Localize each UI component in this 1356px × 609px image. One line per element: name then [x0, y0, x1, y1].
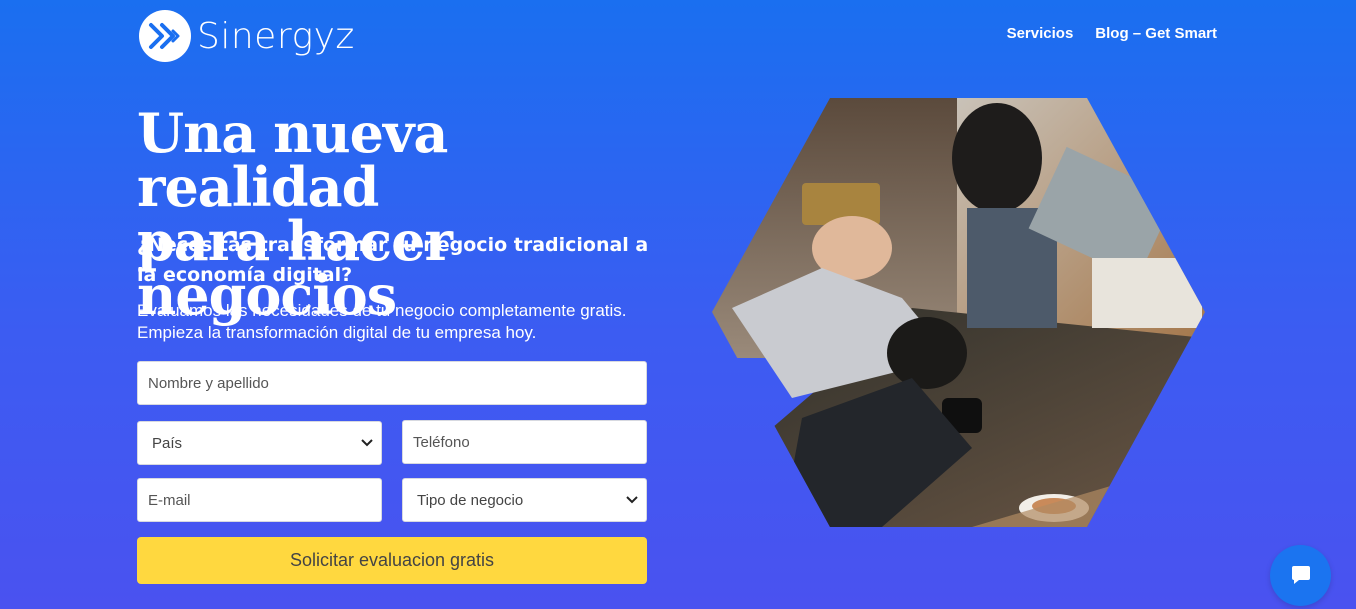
name-field[interactable] [137, 361, 647, 405]
double-chevron-right-icon [139, 10, 191, 62]
phone-field[interactable] [402, 420, 647, 464]
business-type-select[interactable]: Tipo de negocio [402, 478, 647, 522]
chat-bubble-icon [1289, 562, 1313, 590]
brand-name: Sinergyz [197, 15, 355, 57]
chevron-down-icon [626, 493, 638, 507]
chevron-down-icon [361, 436, 373, 450]
nav-item-blog[interactable]: Blog – Get Smart [1095, 25, 1217, 42]
country-select[interactable]: País [137, 421, 382, 465]
chat-button[interactable] [1270, 545, 1331, 606]
submit-button[interactable]: Solicitar evaluacion gratis [137, 537, 647, 584]
phone-input[interactable] [413, 433, 636, 451]
subheadline: ¿Necesitas transformar tu negocio tradic… [137, 234, 649, 286]
hero-hexagon-image [712, 98, 1205, 527]
nav-item-servicios[interactable]: Servicios [1007, 25, 1074, 42]
email-input[interactable] [148, 491, 371, 509]
headline-line-1: Una nueva realidad [137, 101, 448, 219]
main-nav: Servicios Blog – Get Smart [1007, 25, 1217, 42]
business-type-select-value: Tipo de negocio [417, 491, 524, 509]
country-select-value: País [152, 434, 183, 452]
name-input[interactable] [148, 374, 636, 392]
email-field[interactable] [137, 478, 382, 522]
brand-logo[interactable]: Sinergyz [139, 10, 355, 62]
hero-description: Evaluamos las necesidades de tu negocio … [137, 301, 627, 342]
